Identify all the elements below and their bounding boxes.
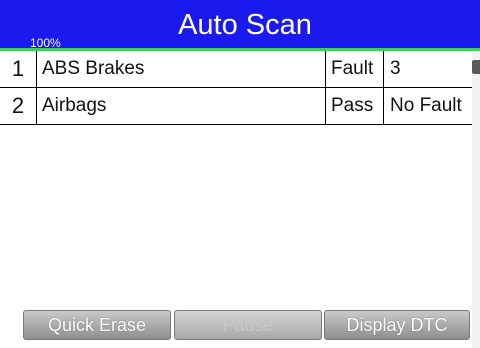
system-status: Fault xyxy=(325,51,383,87)
row-number: 2 xyxy=(0,88,37,124)
display-dtc-button[interactable]: Display DTC xyxy=(324,310,470,340)
system-name: Airbags xyxy=(42,95,107,116)
scrollbar-thumb[interactable] xyxy=(472,60,480,74)
table-row[interactable]: 1 ABS Brakes Fault 3 xyxy=(0,51,472,88)
quick-erase-button[interactable]: Quick Erase xyxy=(23,310,171,340)
table-row[interactable]: 2 Airbags Pass No Fault xyxy=(0,88,472,125)
system-status: Pass xyxy=(325,88,383,124)
system-name: ABS Brakes xyxy=(42,58,145,79)
fault-count: 3 xyxy=(383,51,473,87)
page-title: Auto Scan xyxy=(178,9,312,41)
button-bar: Quick Erase Pause Display DTC xyxy=(0,310,480,348)
vertical-scrollbar[interactable] xyxy=(472,51,480,348)
row-number: 1 xyxy=(0,51,37,87)
header-bar: 100% Auto Scan xyxy=(0,0,480,51)
scan-results-table: 1 ABS Brakes Fault 3 2 Airbags Pass No F… xyxy=(0,51,472,125)
fault-count: No Fault xyxy=(383,88,473,124)
pause-button[interactable]: Pause xyxy=(174,310,322,340)
